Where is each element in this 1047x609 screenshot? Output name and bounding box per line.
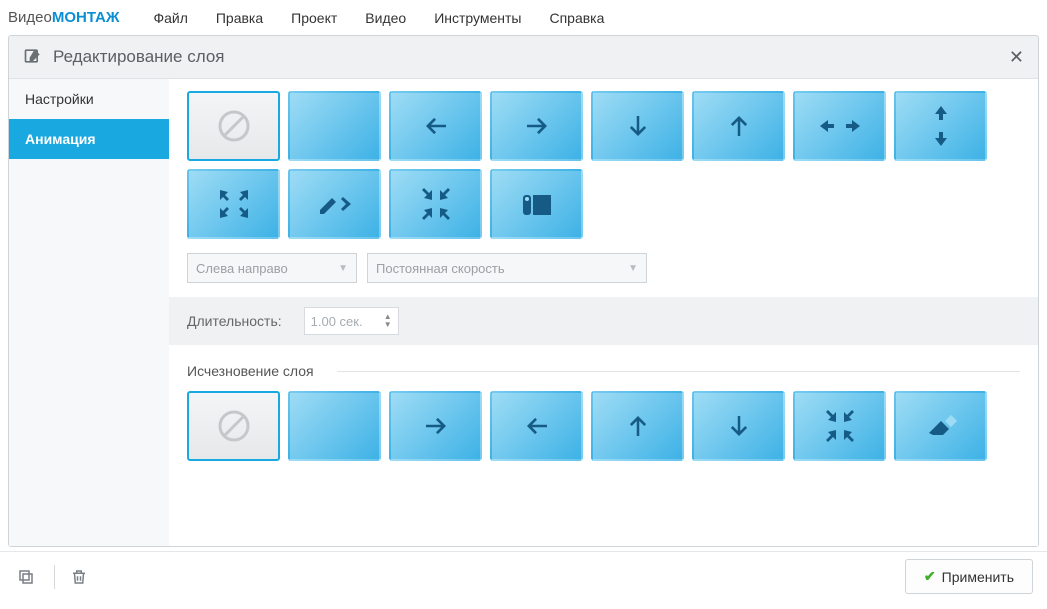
duration-label: Длительность: <box>187 313 282 329</box>
appear-down[interactable] <box>591 91 684 161</box>
disappear-right[interactable] <box>389 391 482 461</box>
disappear-down[interactable] <box>692 391 785 461</box>
tab-animation[interactable]: Анимация <box>9 119 169 159</box>
appear-direction-value: Слева направо <box>196 261 288 276</box>
disappear-none[interactable] <box>187 391 280 461</box>
appear-direction-select[interactable]: Слева направо ▼ <box>187 253 357 283</box>
chevron-down-icon: ▼ <box>338 263 348 274</box>
side-tabs: Настройки Анимация <box>9 79 169 546</box>
appear-up[interactable] <box>692 91 785 161</box>
appear-speed-value: Постоянная скорость <box>376 261 505 276</box>
duration-value: 1.00 сек. <box>311 314 363 329</box>
menubar: ВидеоМОНТАЖ Файл Правка Проект Видео Инс… <box>0 0 1047 35</box>
disappear-up[interactable] <box>591 391 684 461</box>
disappear-section-label: Исчезновение слоя <box>187 363 1020 379</box>
disappear-fade[interactable] <box>288 391 381 461</box>
spinner-buttons[interactable]: ▲▼ <box>384 313 392 329</box>
appear-zoom-in[interactable] <box>389 169 482 239</box>
appear-right[interactable] <box>490 91 583 161</box>
panel-header: Редактирование слоя ✕ <box>9 36 1038 78</box>
close-button[interactable]: ✕ <box>1009 47 1024 68</box>
menu-file[interactable]: Файл <box>139 10 201 26</box>
duplicate-button[interactable] <box>14 565 38 589</box>
appear-speed-select[interactable]: Постоянная скорость ▼ <box>367 253 647 283</box>
menu-video[interactable]: Видео <box>351 10 420 26</box>
apply-label: Применить <box>942 569 1014 585</box>
appear-left[interactable] <box>389 91 482 161</box>
main-scroll[interactable]: Слева направо ▼ Постоянная скорость ▼ Длит… <box>169 79 1038 546</box>
tab-settings[interactable]: Настройки <box>9 79 169 119</box>
appear-vertical[interactable] <box>894 91 987 161</box>
disappear-zoom-in[interactable] <box>793 391 886 461</box>
appear-roll[interactable] <box>490 169 583 239</box>
edit-icon <box>23 46 43 69</box>
menu-tools[interactable]: Инструменты <box>420 10 535 26</box>
check-icon: ✔ <box>924 568 936 585</box>
layer-edit-panel: Редактирование слоя ✕ Настройки Анимация <box>8 35 1039 547</box>
footer-bar: ✔ Применить <box>0 551 1047 601</box>
menu-edit[interactable]: Правка <box>202 10 277 26</box>
appear-thumbnails <box>187 91 1020 239</box>
footer-separator <box>54 565 55 589</box>
panel-title: Редактирование слоя <box>53 47 225 67</box>
brand-part2: МОНТАЖ <box>52 9 120 26</box>
appear-fade[interactable] <box>288 91 381 161</box>
menu-help[interactable]: Справка <box>535 10 618 26</box>
duration-row: Длительность: 1.00 сек. ▲▼ <box>169 297 1038 345</box>
app-brand: ВидеоМОНТАЖ <box>8 9 119 26</box>
apply-button[interactable]: ✔ Применить <box>905 559 1033 594</box>
appear-dropdowns: Слева направо ▼ Постоянная скорость ▼ <box>187 253 1020 283</box>
appear-horizontal[interactable] <box>793 91 886 161</box>
duration-spinner[interactable]: 1.00 сек. ▲▼ <box>304 307 399 335</box>
chevron-down-icon: ▼ <box>628 263 638 274</box>
brand-part1: Видео <box>8 9 52 26</box>
menu-project[interactable]: Проект <box>277 10 351 26</box>
appear-zoom-out[interactable] <box>187 169 280 239</box>
disappear-thumbnails <box>187 391 1020 461</box>
delete-button[interactable] <box>67 565 91 589</box>
appear-draw[interactable] <box>288 169 381 239</box>
disappear-erase[interactable] <box>894 391 987 461</box>
disappear-left[interactable] <box>490 391 583 461</box>
appear-none[interactable] <box>187 91 280 161</box>
